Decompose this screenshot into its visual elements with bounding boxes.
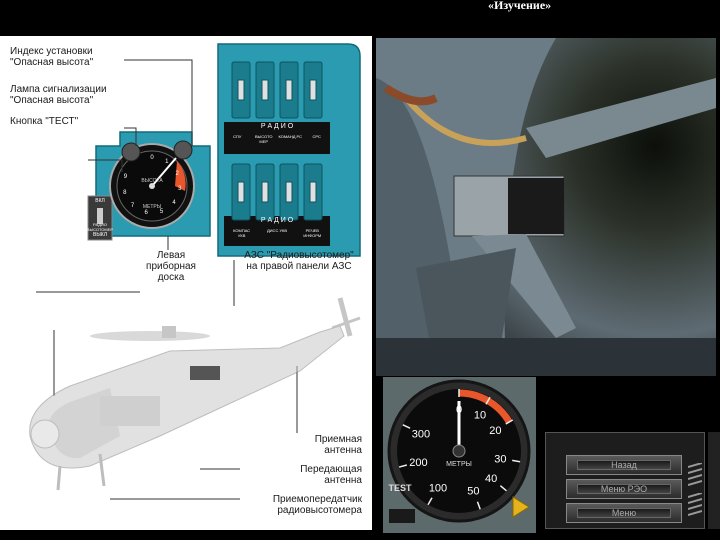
gauge-tick-label: 10 — [474, 410, 486, 422]
radio-label-1: Р А Д И О — [260, 123, 294, 130]
reo-menu-button[interactable]: Меню РЭО — [566, 479, 682, 499]
equipment-photo-graphics — [376, 38, 716, 376]
breaker-toggle — [237, 181, 245, 203]
back-button[interactable]: Назад — [566, 455, 682, 475]
callout-tx-antenna: Передающая антенна — [300, 464, 362, 486]
small-gauge-tick-label: 5 — [159, 209, 164, 216]
small-gauge-tick-label: 4 — [172, 200, 176, 207]
helicopter-illustration — [29, 297, 361, 491]
right-edge-frame — [708, 432, 720, 529]
nav-menu: Назад Меню РЭО Меню — [545, 432, 705, 529]
small-gauge-tick-label: 9 — [123, 174, 128, 181]
radio-row-label: ВЫСОТО МЕР — [255, 134, 273, 144]
breaker-toggle — [261, 79, 269, 101]
radio-row-label: СРС — [312, 134, 321, 139]
radio-row-2: КОМПАС УКВ ДИСС УКВ РЕЧЕВ ИНФОРМ — [224, 228, 330, 238]
transceiver-marker — [190, 366, 220, 380]
breaker-toggle — [309, 79, 317, 101]
callout-lamp: Лампа сигнализации "Опасная высота" — [10, 84, 107, 106]
mode-label: «Изучение» — [488, 0, 552, 12]
small-gauge-tick-label: 7 — [130, 203, 135, 210]
breaker-toggle — [285, 79, 293, 101]
breaker-toggle — [285, 181, 293, 203]
gauge-tick-label: 200 — [409, 457, 427, 469]
gauge-tick-label: 20 — [489, 425, 501, 437]
small-gauge-tick-label: 8 — [123, 189, 127, 196]
callout-test-button: Кнопка "ТЕСТ" — [10, 116, 79, 127]
grille-icon — [688, 493, 702, 516]
radio-row-label: КОМПАС УКВ — [233, 228, 251, 238]
gauge-tick-label: 40 — [485, 473, 497, 485]
radio-row-label: РЕЧЕВ ИНФОРМ — [303, 228, 322, 238]
switch-label-bottom: ВЫКЛ — [93, 232, 107, 238]
gauge-tick-label: 100 — [429, 482, 447, 494]
diagram-panel: Индекс установки "Опасная высота" Лампа … — [0, 36, 372, 530]
index-knob — [173, 140, 193, 160]
gauge-unit: МЕТРЫ — [446, 461, 472, 468]
small-gauge-tick-label: 0 — [150, 155, 154, 161]
main-menu-button[interactable]: Меню — [566, 503, 682, 523]
gauge-graphics: 01020304050100200300 — [383, 377, 536, 533]
small-gauge-unit: МЕТРЫ — [142, 204, 162, 210]
header-bar: «Изучение» — [0, 0, 720, 34]
small-gauge-tick-label: 3 — [178, 185, 182, 192]
grille-icon — [688, 463, 702, 486]
radio-row-label: СПУ — [233, 134, 242, 139]
switch-label-mid: РАДИО ВЫСОТОМЕР — [86, 222, 114, 232]
breaker-toggle — [237, 79, 245, 101]
radio-row-1: СПУ ВЫСОТО МЕР КОМАНД РС СРС — [224, 134, 330, 144]
callout-rx-antenna: Приемная антенна — [314, 434, 362, 456]
equipment-photo — [376, 38, 716, 376]
gauge-tick-label: 50 — [467, 485, 479, 497]
breaker-toggle — [261, 181, 269, 203]
switch-label-top: ВКЛ — [95, 198, 105, 204]
callout-azs: АЗС "Радиовысотомер" на правой панели АЗ… — [244, 250, 354, 272]
callout-index: Индекс установки "Опасная высота" — [10, 46, 94, 68]
small-gauge-brand: ВЫСОТА — [141, 178, 163, 184]
radio-row-label: ДИСС УКВ — [266, 228, 287, 233]
small-gauge-tick-label: 2 — [175, 170, 179, 177]
radio-altimeter-gauge: 01020304050100200300 TEST МЕТРЫ — [383, 377, 536, 533]
radio-row-label: КОМАНД РС — [278, 134, 303, 139]
gauge-tick-label: 300 — [412, 428, 430, 440]
small-gauge-tick-label: 6 — [144, 210, 148, 217]
callout-transceiver: Приемопередатчик радиовысотомера — [272, 494, 362, 516]
breaker-toggle — [309, 181, 317, 203]
callout-left-panel: Левая приборная доска — [146, 250, 196, 283]
radio-label-2: Р А Д И О — [260, 217, 294, 224]
test-button[interactable]: TEST — [385, 483, 415, 493]
small-gauge-tick-label: 1 — [165, 159, 169, 166]
gauge-tick-label: 30 — [494, 453, 506, 465]
lamp-knob — [121, 142, 141, 162]
